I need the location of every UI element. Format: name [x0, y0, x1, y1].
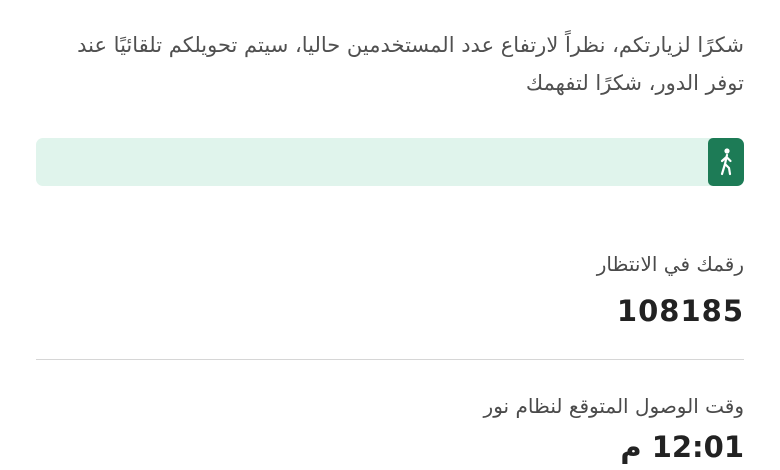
- queue-number-value: 108185: [616, 294, 744, 328]
- arrival-time-period: م: [620, 430, 642, 464]
- queue-page: شكرًا لزيارتكم، نظراً لارتفاع عدد المستخ…: [36, 0, 744, 470]
- queue-notice-text: شكرًا لزيارتكم، نظراً لارتفاع عدد المستخ…: [77, 33, 744, 95]
- arrival-time-number: 12:01: [651, 430, 744, 464]
- arrival-time-value: 12:01 م: [620, 430, 744, 464]
- queue-number-label: رقمك في الانتظار: [596, 252, 744, 276]
- walker-badge: [708, 138, 744, 186]
- divider: [36, 359, 744, 360]
- queue-progress-bar: [36, 138, 744, 186]
- arrival-time-label: وقت الوصول المتوقع لنظام نور: [483, 394, 744, 418]
- walking-person-icon: [720, 148, 732, 176]
